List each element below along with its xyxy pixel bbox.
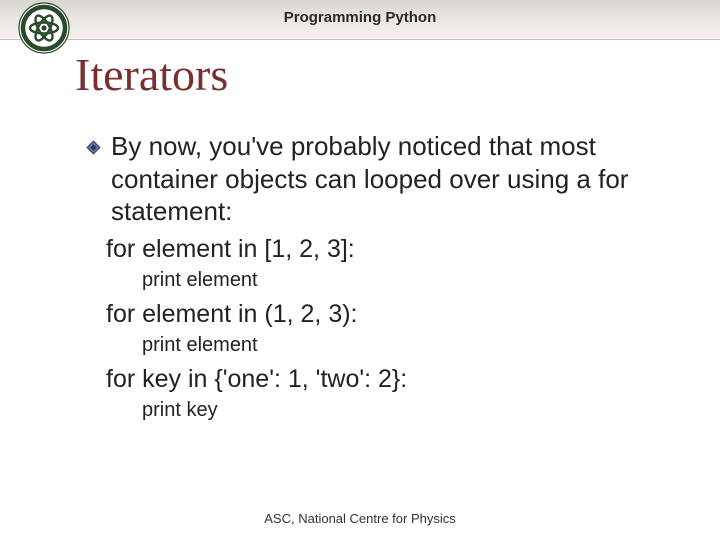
code-line: for key in {'one': 1, 'two': 2}: [106, 364, 680, 395]
code-line: for element in (1, 2, 3): [106, 299, 680, 330]
header-title: Programming Python [0, 9, 720, 26]
code-subline: print element [142, 332, 680, 358]
footer-text: ASC, National Centre for Physics [0, 511, 720, 526]
bullet-text: By now, you've probably noticed that mos… [111, 130, 680, 228]
slide-title: Iterators [75, 48, 228, 101]
bullet-item: By now, you've probably noticed that mos… [86, 130, 680, 228]
code-subline: print key [142, 397, 680, 423]
code-subline: print element [142, 267, 680, 293]
code-line: for element in [1, 2, 3]: [106, 234, 680, 265]
org-logo [18, 2, 70, 54]
header-bar: Programming Python [0, 0, 720, 40]
diamond-bullet-icon [86, 140, 101, 160]
content-area: By now, you've probably noticed that mos… [86, 130, 680, 423]
